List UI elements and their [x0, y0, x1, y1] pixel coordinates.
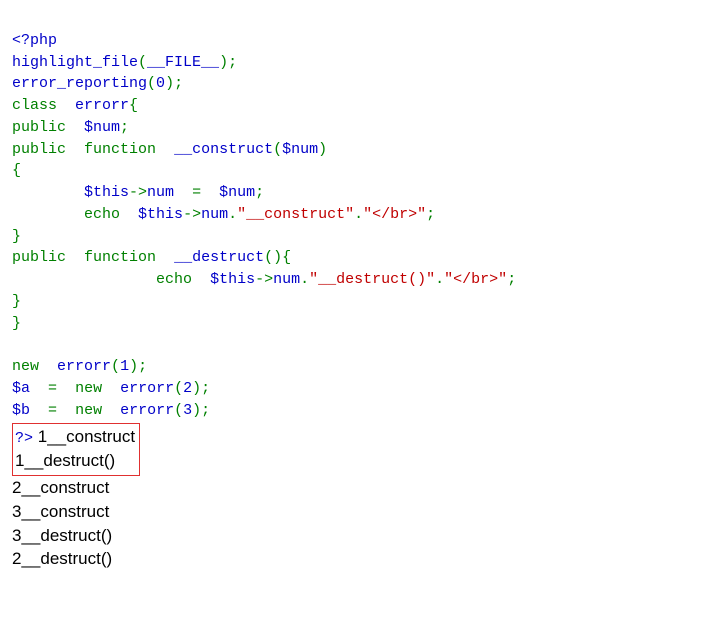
script-output: ?> 1__construct 1__destruct() 2__constru…	[12, 421, 708, 571]
class-name: errorr	[75, 97, 129, 114]
output-line-4: 3__construct	[12, 500, 708, 524]
output-line-3: 2__construct	[12, 476, 708, 500]
php-close-tag: ?>	[15, 428, 33, 449]
var-b: $b	[12, 402, 30, 419]
var-a: $a	[12, 380, 30, 397]
str-construct: "__construct"	[237, 206, 354, 223]
kw-class: class	[12, 97, 57, 114]
output-line-5: 3__destruct()	[12, 524, 708, 548]
output-line-2: 1__destruct()	[15, 449, 115, 473]
fn-destruct: __destruct	[174, 249, 264, 266]
php-source-code: <?php highlight_file(__FILE__); error_re…	[12, 8, 708, 421]
fn-construct: __construct	[174, 141, 273, 158]
fn-highlight: highlight_file	[12, 54, 138, 71]
php-open-tag: <?php	[12, 32, 57, 49]
highlight-box: ?> 1__construct 1__destruct()	[12, 423, 140, 476]
output-line-1: 1__construct	[38, 425, 135, 449]
str-destruct: "__destruct()"	[309, 271, 435, 288]
var-num: $num	[84, 119, 120, 136]
output-line-6: 2__destruct()	[12, 547, 708, 571]
fn-error-reporting: error_reporting	[12, 75, 147, 92]
